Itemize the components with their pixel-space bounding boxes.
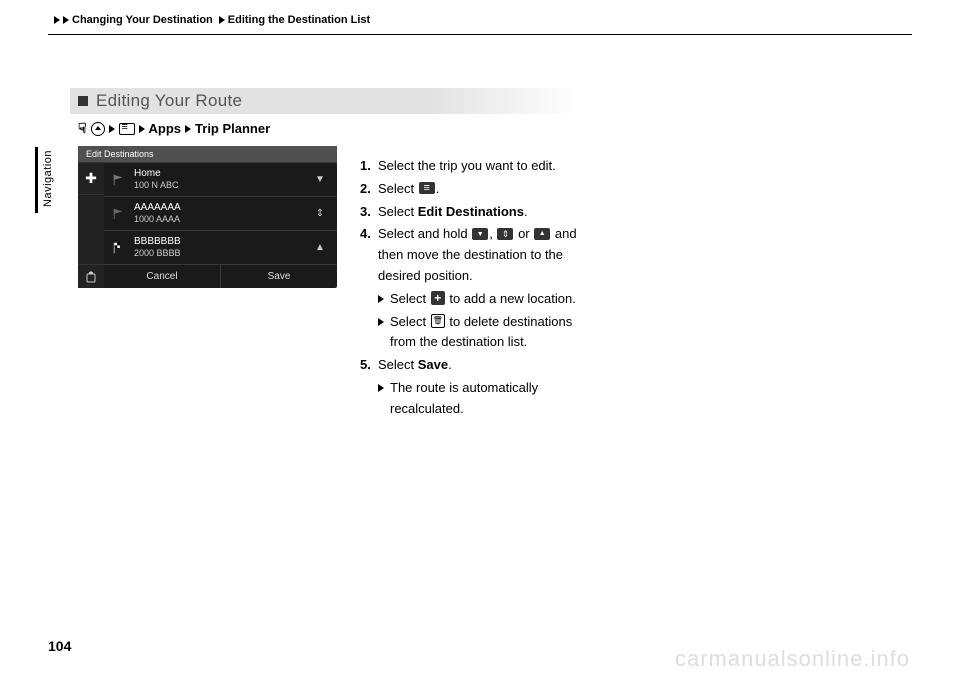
instruction-list: 1. Select the trip you want to edit. 2. … — [360, 156, 600, 422]
screen-sidebar: ✚ — [78, 162, 104, 264]
section-title-text: Editing Your Route — [96, 91, 242, 111]
square-bullet-icon — [78, 96, 88, 106]
list-item-text: BBBBBBB 2000 BBBB — [134, 236, 309, 260]
substep-text: Select to delete destinations from the d… — [390, 312, 600, 354]
chevron-right-icon — [139, 125, 145, 133]
step-3: 3. Select Edit Destinations. — [360, 202, 600, 223]
chevron-right-icon — [54, 16, 60, 24]
step-number: 2. — [360, 179, 378, 200]
text-fragment: Select — [378, 181, 418, 196]
text-fragment: . — [448, 357, 452, 372]
text-fragment: . — [524, 204, 528, 219]
home-icon — [91, 122, 105, 136]
side-tab-marker — [35, 147, 38, 213]
step-5-sub: The route is automatically recalculated. — [360, 378, 600, 420]
list-item[interactable]: AAAAAAA 1000 AAAA ⇕ — [104, 196, 337, 230]
move-both-icon — [497, 228, 513, 240]
step-number: 5. — [360, 355, 378, 376]
step-text: Select Edit Destinations. — [378, 202, 600, 223]
breadcrumb-level2: Editing the Destination List — [228, 14, 370, 26]
chevron-right-icon — [378, 318, 384, 326]
route-icon — [119, 123, 135, 135]
move-up-icon — [534, 228, 550, 240]
text-fragment: or — [514, 226, 533, 241]
row-title: BBBBBBB — [134, 236, 309, 249]
chevron-right-icon — [63, 16, 69, 24]
step-number: 1. — [360, 156, 378, 177]
step-5: 5. Select Save. — [360, 355, 600, 376]
substep-text: The route is automatically recalculated. — [390, 378, 600, 420]
sidebar-spacer — [78, 194, 104, 264]
watermark: carmanualsonline.info — [675, 646, 910, 672]
screen-title: Edit Destinations — [78, 146, 337, 162]
row-subtitle: 1000 AAAA — [134, 214, 309, 225]
text-fragment: Select — [390, 291, 430, 306]
move-down-icon — [472, 228, 488, 240]
waypoint-flag-icon — [110, 207, 128, 221]
save-button[interactable]: Save — [221, 265, 337, 288]
screen-footer-row: Cancel Save — [78, 264, 337, 288]
text-fragment: , — [489, 226, 496, 241]
step-number: 4. — [360, 224, 378, 286]
destination-list: Home 100 N ABC ▼ AAAAAAA 1000 AAAA ⇕ — [104, 162, 337, 264]
screen-footer: Cancel Save — [104, 264, 337, 288]
tap-icon: ☟ — [78, 120, 87, 137]
breadcrumb-level1: Changing Your Destination — [72, 14, 213, 26]
edit-destinations-screenshot: Edit Destinations ✚ Home 100 N ABC ▼ — [78, 146, 337, 288]
plus-icon — [431, 291, 445, 305]
step-4: 4. Select and hold , or and then move th… — [360, 224, 600, 286]
chevron-right-icon — [219, 16, 225, 24]
row-title: AAAAAAA — [134, 202, 309, 215]
step-text: Select the trip you want to edit. — [378, 156, 600, 177]
row-subtitle: 2000 BBBB — [134, 248, 309, 259]
chevron-right-icon — [378, 384, 384, 392]
step-text: Select . — [378, 179, 600, 200]
cancel-button[interactable]: Cancel — [104, 265, 221, 288]
home-flag-icon — [110, 173, 128, 187]
add-destination-button[interactable]: ✚ — [78, 162, 104, 194]
header-divider — [48, 34, 912, 35]
step-1: 1. Select the trip you want to edit. — [360, 156, 600, 177]
row-subtitle: 100 N ABC — [134, 180, 309, 191]
text-fragment: Select and hold — [378, 226, 471, 241]
step-text: Select and hold , or and then move the d… — [378, 224, 600, 286]
checkered-flag-icon — [110, 241, 128, 255]
step-4-sub2: Select to delete destinations from the d… — [360, 312, 600, 354]
menu-icon — [419, 182, 435, 194]
nav-apps: Apps — [149, 121, 182, 136]
edit-destinations-label: Edit Destinations — [418, 204, 524, 219]
list-item-text: Home 100 N ABC — [134, 168, 309, 192]
move-down-handle[interactable]: ▼ — [309, 174, 331, 185]
step-text: Select Save. — [378, 355, 600, 376]
list-item[interactable]: BBBBBBB 2000 BBBB ▲ — [104, 230, 337, 264]
list-item-text: AAAAAAA 1000 AAAA — [134, 202, 309, 226]
step-2: 2. Select . — [360, 179, 600, 200]
text-fragment: Select — [378, 357, 418, 372]
navigation-path: ☟ Apps Trip Planner — [78, 120, 270, 137]
move-up-handle[interactable]: ▲ — [309, 242, 331, 253]
chevron-right-icon — [185, 125, 191, 133]
list-item[interactable]: Home 100 N ABC ▼ — [104, 162, 337, 196]
text-fragment: Select — [390, 314, 430, 329]
chevron-right-icon — [109, 125, 115, 133]
nav-trip-planner: Trip Planner — [195, 121, 270, 136]
text-fragment: . — [436, 181, 440, 196]
row-title: Home — [134, 168, 309, 181]
substep-text: Select to add a new location. — [390, 289, 576, 310]
side-tab-label: Navigation — [42, 150, 54, 207]
move-both-handle[interactable]: ⇕ — [309, 208, 331, 219]
section-heading: Editing Your Route — [70, 88, 580, 114]
delete-button[interactable] — [78, 264, 104, 288]
trash-icon — [431, 314, 445, 328]
page-number: 104 — [48, 638, 71, 654]
chevron-right-icon — [378, 295, 384, 303]
breadcrumb: Changing Your Destination Editing the De… — [54, 14, 370, 26]
text-fragment: Select — [378, 204, 418, 219]
text-fragment: to add a new location. — [446, 291, 576, 306]
save-label: Save — [418, 357, 448, 372]
step-number: 3. — [360, 202, 378, 223]
screen-body: ✚ Home 100 N ABC ▼ AAAAAAA 10 — [78, 162, 337, 264]
step-4-sub1: Select to add a new location. — [360, 289, 600, 310]
